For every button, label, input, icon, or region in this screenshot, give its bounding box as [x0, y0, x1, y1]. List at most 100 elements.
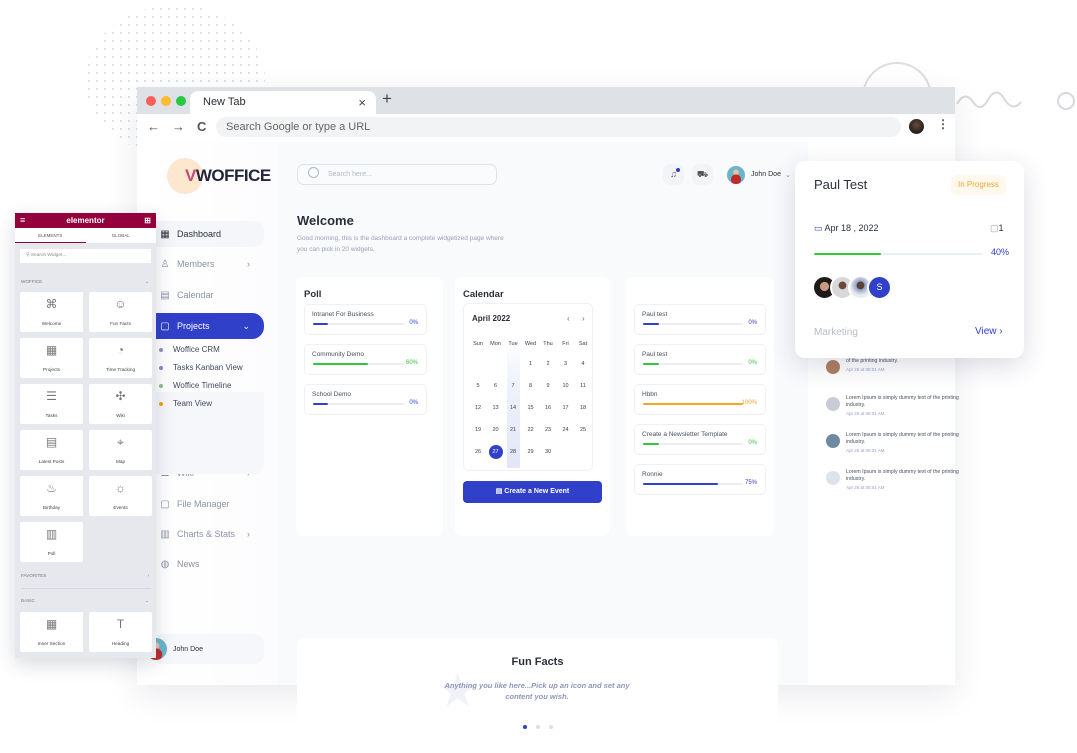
- sidebar-item-charts-stats[interactable]: ▥ Charts & Stats ›: [149, 521, 264, 547]
- calendar-day[interactable]: 25: [574, 427, 592, 433]
- section-basic[interactable]: BASIC ⌄: [21, 598, 151, 603]
- sidebar-item-calendar[interactable]: ▤ Calendar: [149, 282, 264, 308]
- maximize-window-button[interactable]: [176, 96, 186, 106]
- progress-item[interactable]: Paul test 0%: [634, 304, 766, 335]
- submenu-item[interactable]: Tasks Kanban View: [159, 363, 243, 372]
- profile-avatar[interactable]: [909, 119, 924, 134]
- calendar-day[interactable]: 12: [469, 405, 487, 411]
- submenu-item[interactable]: Woffice Timeline: [159, 381, 231, 390]
- section-favorites[interactable]: FAVORITES ›: [21, 573, 151, 578]
- widget-inner-section[interactable]: ▦ Inner Section: [20, 612, 83, 652]
- sidebar-item-projects[interactable]: ▢ Projects ⌄: [149, 313, 264, 339]
- sidebar-item-label: News: [177, 559, 200, 569]
- carousel-dot[interactable]: [522, 725, 527, 729]
- widget-events[interactable]: ☼ Events: [89, 476, 152, 516]
- calendar-day[interactable]: 30: [539, 449, 557, 455]
- sidebar-item-file-manager[interactable]: ▢ File Manager: [149, 491, 264, 517]
- new-tab-button[interactable]: +: [382, 89, 392, 109]
- sidebar-item-members[interactable]: ♙ Members ›: [149, 251, 264, 277]
- next-month-icon[interactable]: ›: [582, 314, 585, 323]
- section-woffice[interactable]: WOFFICE ⌄: [21, 279, 151, 284]
- comment-count[interactable]: ▢1: [990, 223, 1004, 234]
- calendar-day[interactable]: 20: [487, 427, 505, 433]
- calendar-day[interactable]: 26: [469, 449, 487, 455]
- progress-item[interactable]: Community Demo 60%: [304, 344, 427, 375]
- sidebar-item-news[interactable]: ◍ News: [149, 551, 264, 577]
- calendar-day[interactable]: 18: [574, 405, 592, 411]
- widget-projects[interactable]: ▦ Projects: [20, 338, 83, 378]
- more-menu-icon[interactable]: ⋮: [937, 117, 949, 131]
- widget-time-tracking[interactable]: ◔ Time Tracking: [89, 338, 152, 378]
- calendar-day[interactable]: 19: [469, 427, 487, 433]
- calendar-day[interactable]: 21: [504, 427, 522, 433]
- hamburger-menu-icon[interactable]: ≡: [20, 213, 25, 228]
- calendar-day[interactable]: 28: [504, 449, 522, 455]
- calendar-day[interactable]: 5: [469, 383, 487, 389]
- close-window-button[interactable]: [146, 96, 156, 106]
- calendar-day[interactable]: 16: [539, 405, 557, 411]
- user-menu[interactable]: John Doe ⌄: [727, 164, 791, 185]
- progress-item[interactable]: Intranet For Business 0%: [304, 304, 427, 335]
- prev-month-icon[interactable]: ‹: [567, 314, 570, 323]
- widget-fun-facts[interactable]: ☺ Fun Facts: [89, 292, 152, 332]
- calendar-day[interactable]: 2: [539, 361, 557, 367]
- calendar-day[interactable]: 7: [504, 383, 522, 389]
- carousel-dot[interactable]: [548, 725, 553, 729]
- tab-elements[interactable]: ELEMENTS: [15, 228, 86, 243]
- search-input[interactable]: Search here...: [297, 164, 497, 185]
- widget-birthday[interactable]: ♨ Birthday: [20, 476, 83, 516]
- tab-new-tab[interactable]: New Tab ×: [190, 91, 376, 114]
- assignee-initial-avatar[interactable]: S: [867, 275, 892, 300]
- view-task-link[interactable]: View ›: [975, 326, 1003, 337]
- woffice-logo[interactable]: VWOFFICE: [167, 158, 271, 194]
- cart-icon[interactable]: ⛟: [692, 164, 713, 185]
- create-event-button[interactable]: ▤ Create a New Event: [463, 481, 602, 503]
- forward-arrow-icon[interactable]: →: [172, 119, 185, 134]
- notification-bell-icon[interactable]: ♫: [663, 164, 684, 185]
- progress-item[interactable]: Hbbn 100%: [634, 384, 766, 415]
- widget-poll[interactable]: ▥ Poll: [20, 522, 83, 562]
- widget-search-input[interactable]: ⚲ Search Widget...: [20, 249, 151, 263]
- calendar-day[interactable]: 8: [522, 383, 540, 389]
- calendar-day[interactable]: 1: [522, 361, 540, 367]
- calendar-day[interactable]: 29: [522, 449, 540, 455]
- submenu-item[interactable]: Woffice CRM: [159, 345, 220, 354]
- calendar-day[interactable]: 10: [557, 383, 575, 389]
- address-bar[interactable]: Search Google or type a URL: [216, 117, 901, 137]
- close-tab-icon[interactable]: ×: [358, 91, 366, 114]
- widget-map[interactable]: ⌖ Map: [89, 430, 152, 470]
- calendar-day[interactable]: 17: [557, 405, 575, 411]
- progress-track: [643, 443, 743, 445]
- task-popup-card[interactable]: Paul Test In Progress ▭ Apr 18 , 2022 ▢1…: [795, 161, 1024, 358]
- sidebar-user[interactable]: John Doe: [145, 634, 264, 664]
- sidebar-item-dashboard[interactable]: ▦ Dashboard: [149, 221, 264, 247]
- apps-grid-icon[interactable]: ⊞: [144, 213, 151, 228]
- calendar-day[interactable]: 13: [487, 405, 505, 411]
- calendar-day[interactable]: 23: [539, 427, 557, 433]
- reload-icon[interactable]: C: [197, 119, 206, 134]
- calendar-day[interactable]: 24: [557, 427, 575, 433]
- widget-tasks[interactable]: ☰ Tasks: [20, 384, 83, 424]
- progress-item[interactable]: Create a Newsletter Template 0%: [634, 424, 766, 455]
- progress-item[interactable]: Ronnie 75%: [634, 464, 766, 495]
- minimize-window-button[interactable]: [161, 96, 171, 106]
- carousel-dot[interactable]: [535, 725, 540, 729]
- calendar-day[interactable]: 11: [574, 383, 592, 389]
- calendar-day[interactable]: 15: [522, 405, 540, 411]
- progress-item[interactable]: Paul test 0%: [634, 344, 766, 375]
- tab-global[interactable]: GLOBAL: [86, 228, 157, 243]
- widget-welcome[interactable]: ⌘ Welcome: [20, 292, 83, 332]
- calendar-day[interactable]: 9: [539, 383, 557, 389]
- calendar-day-selected[interactable]: 27: [488, 445, 503, 459]
- calendar-day[interactable]: 14: [504, 405, 522, 411]
- progress-item[interactable]: School Demo 0%: [304, 384, 427, 415]
- back-arrow-icon[interactable]: ←: [147, 119, 160, 134]
- submenu-item[interactable]: Team View: [159, 399, 212, 408]
- calendar-day[interactable]: 6: [487, 383, 505, 389]
- widget-heading[interactable]: T Heading: [89, 612, 152, 652]
- widget-wiki[interactable]: ✣ Wiki: [89, 384, 152, 424]
- calendar-day[interactable]: 22: [522, 427, 540, 433]
- calendar-day[interactable]: 3: [557, 361, 575, 367]
- calendar-day[interactable]: 4: [574, 361, 592, 367]
- widget-latest-posts[interactable]: ▤ Latest Posts: [20, 430, 83, 470]
